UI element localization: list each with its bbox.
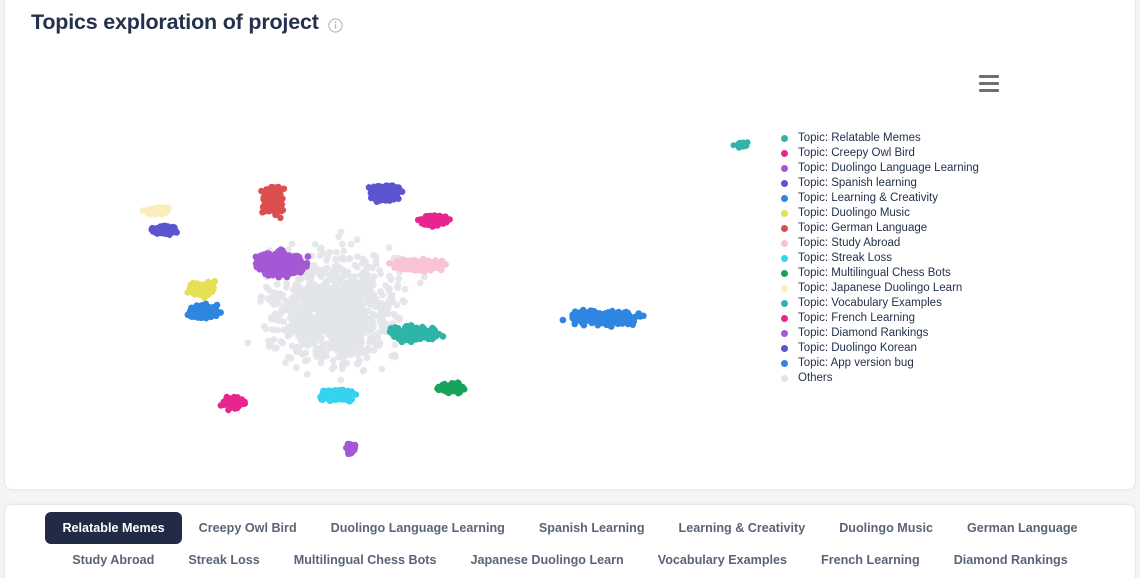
legend-item-label: Topic: German Language (798, 222, 928, 234)
scatter-cluster[interactable] (258, 183, 288, 221)
legend-item[interactable]: Topic: French Learning (778, 311, 1028, 326)
legend-item-label: Topic: Learning & Creativity (798, 192, 938, 204)
legend-color-dot (781, 135, 788, 142)
legend-item-label: Topic: Duolingo Music (798, 207, 910, 219)
scatter-cluster[interactable] (559, 306, 647, 330)
legend-color-dot (781, 375, 788, 382)
topic-tab[interactable]: Diamond Rankings (937, 544, 1085, 576)
topic-tab[interactable]: Spanish Learning (522, 512, 662, 544)
topic-tabs-card: Relatable Memes Creepy Owl Bird Duolingo L… (4, 504, 1136, 578)
legend-item-label: Topic: Relatable Memes (798, 132, 921, 144)
legend-color-dot (781, 315, 788, 322)
topic-tabs-row[interactable]: Relatable Memes Creepy Owl Bird Duolingo L… (5, 512, 1135, 578)
legend-item[interactable]: Topic: Creepy Owl Bird (778, 146, 1028, 161)
scatter-cluster[interactable] (184, 300, 224, 322)
info-circle-icon[interactable] (328, 17, 343, 33)
legend-item-label: Topic: Japanese Duolingo Learn (798, 282, 963, 294)
legend-item-label: Topic: Diamond Rankings (798, 327, 929, 339)
scatter-cluster[interactable] (730, 139, 751, 151)
scatter-cluster[interactable] (148, 222, 180, 238)
legend-color-dot (781, 300, 788, 307)
legend-color-dot (781, 360, 788, 367)
legend-color-dot (781, 270, 788, 277)
legend-item[interactable]: Topic: Vocabulary Examples (778, 296, 1028, 311)
topics-exploration-page: Topics exploration of project Topic: Rel… (0, 0, 1140, 578)
topic-tab[interactable]: Learning & Creativity (662, 512, 823, 544)
legend-item-label: Topic: Duolingo Language Learning (798, 162, 979, 174)
legend-item[interactable]: Topic: Duolingo Music (778, 206, 1028, 221)
chart-header: Topics exploration of project (5, 0, 1135, 46)
legend-item[interactable]: Topic: Duolingo Language Learning (778, 161, 1028, 176)
legend-color-dot (781, 165, 788, 172)
topic-tab[interactable]: Duolingo Music (822, 512, 950, 544)
legend-color-dot (781, 195, 788, 202)
legend-item[interactable]: Topic: Spanish learning (778, 176, 1028, 191)
legend-item[interactable]: Topic: Streak Loss (778, 251, 1028, 266)
legend-item[interactable]: Topic: Relatable Memes (778, 131, 1028, 146)
topic-tab[interactable]: German Language (950, 512, 1095, 544)
topic-tab[interactable]: Vocabulary Examples (641, 544, 804, 576)
legend-item-label: Topic: Spanish learning (798, 177, 917, 189)
scatter-cluster[interactable] (434, 379, 468, 397)
scatter-cluster[interactable] (365, 182, 406, 205)
legend-item[interactable]: Topic: German Language (778, 221, 1028, 236)
legend-color-dot (781, 180, 788, 187)
page-title: Topics exploration of project (31, 10, 319, 35)
legend-item[interactable]: Topic: Learning & Creativity (778, 191, 1028, 206)
legend-color-dot (781, 210, 788, 217)
legend-item[interactable]: Others (778, 371, 1028, 386)
legend-item-label: Topic: App version bug (798, 357, 914, 369)
legend-color-dot (781, 330, 788, 337)
legend-item[interactable]: Topic: Diamond Rankings (778, 326, 1028, 341)
topics-chart-card: Topics exploration of project Topic: Rel… (4, 0, 1136, 490)
topic-tab[interactable]: Study Abroad (55, 544, 171, 576)
topic-tab[interactable]: French Learning (804, 544, 937, 576)
legend-item[interactable]: Topic: Duolingo Korean (778, 341, 1028, 356)
legend-item[interactable]: Topic: Multilingual Chess Bots (778, 266, 1028, 281)
legend-item[interactable]: Topic: Study Abroad (778, 236, 1028, 251)
legend-item-label: Others (798, 372, 833, 384)
legend-color-dot (781, 345, 788, 352)
legend-color-dot (781, 225, 788, 232)
scatter-cluster[interactable] (139, 204, 172, 218)
chart-legend[interactable]: Topic: Relatable Memes Topic: Creepy Owl … (778, 131, 1028, 386)
legend-item-label: Topic: French Learning (798, 312, 915, 324)
legend-item[interactable]: Topic: App version bug (778, 356, 1028, 371)
topic-tab[interactable]: Streak Loss (171, 544, 276, 576)
scatter-cluster[interactable] (317, 386, 360, 405)
topic-tab[interactable]: Japanese Duolingo Learn (453, 544, 640, 576)
scatter-cluster[interactable] (184, 278, 219, 302)
topic-tab[interactable]: Duolingo Language Learning (314, 512, 522, 544)
scatter-cluster[interactable] (343, 440, 359, 457)
legend-item-label: Topic: Streak Loss (798, 252, 892, 264)
scatter-cluster[interactable] (414, 212, 453, 230)
legend-color-dot (781, 150, 788, 157)
legend-color-dot (781, 240, 788, 247)
legend-item-label: Topic: Creepy Owl Bird (798, 147, 915, 159)
topic-tab[interactable]: Creepy Owl Bird (182, 512, 314, 544)
legend-item-label: Topic: Multilingual Chess Bots (798, 267, 951, 279)
legend-item-label: Topic: Study Abroad (798, 237, 901, 249)
legend-item-label: Topic: Duolingo Korean (798, 342, 917, 354)
topic-tab[interactable]: Relatable Memes (45, 512, 182, 544)
legend-color-dot (781, 285, 788, 292)
topic-tab[interactable]: Multilingual Chess Bots (277, 544, 454, 576)
scatter-cluster[interactable] (217, 393, 248, 414)
legend-item-label: Topic: Vocabulary Examples (798, 297, 942, 309)
legend-item[interactable]: Topic: Japanese Duolingo Learn (778, 281, 1028, 296)
legend-color-dot (781, 255, 788, 262)
